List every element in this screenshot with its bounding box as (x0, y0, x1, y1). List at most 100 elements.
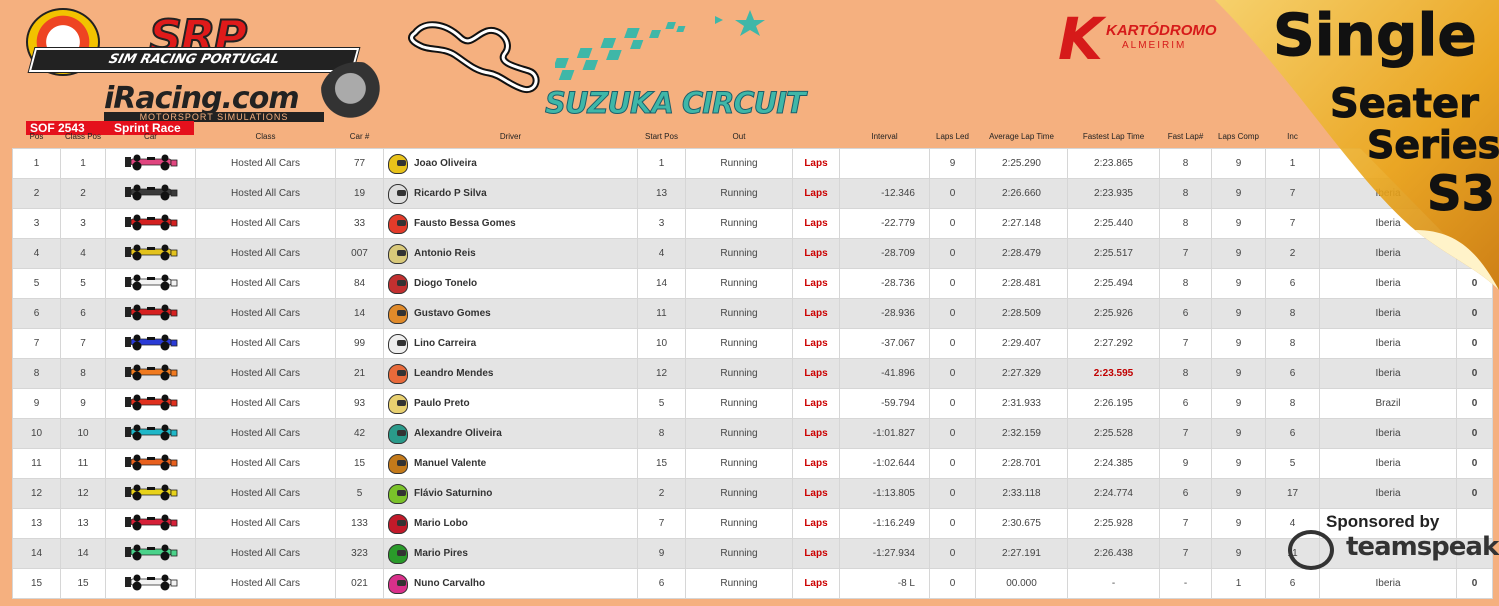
laps-link[interactable]: Laps (792, 238, 840, 269)
avg-cell: 2:33.118 (975, 478, 1068, 509)
car-icon (105, 418, 196, 449)
helmet-icon (388, 333, 408, 354)
start-cell: 10 (637, 328, 686, 359)
class-cell: Hosted All Cars (195, 448, 336, 479)
driver-name: Paulo Preto (414, 398, 470, 409)
laps-link[interactable]: Laps (792, 418, 840, 449)
laps-link[interactable]: Laps (792, 448, 840, 479)
class-cell: Hosted All Cars (195, 418, 336, 449)
pos-cell: 15 (12, 568, 61, 599)
car-icon (105, 148, 196, 179)
laps-link[interactable]: Laps (792, 208, 840, 239)
driver-name: Mario Lobo (414, 518, 468, 529)
suzuka-checker-icon (555, 10, 765, 80)
laps-link[interactable]: Laps (792, 298, 840, 329)
car-num-cell: 93 (335, 388, 384, 419)
track-name: SUZUKA CIRCUIT (545, 86, 807, 121)
class-cell: Hosted All Cars (195, 478, 336, 509)
driver-name: Nuno Carvalho (414, 578, 486, 589)
teamspeak-sponsor: Sponsored by teamspeak (1288, 512, 1499, 576)
inc-cell: 5 (1265, 448, 1320, 479)
start-cell: 5 (637, 388, 686, 419)
series-title-line1: Single (1273, 1, 1478, 69)
laps-link[interactable]: Laps (792, 358, 840, 389)
laps-link[interactable]: Laps (792, 268, 840, 299)
class-pos-cell: 11 (60, 448, 106, 479)
laps-link[interactable]: Laps (792, 478, 840, 509)
class-cell: Hosted All Cars (195, 298, 336, 329)
avg-cell: 2:30.675 (975, 508, 1068, 539)
comp-cell: 1 (1211, 568, 1266, 599)
car-icon (105, 208, 196, 239)
fast-lap-cell: 8 (1159, 268, 1212, 299)
start-cell: 15 (637, 448, 686, 479)
fast-cell: 2:25.926 (1067, 298, 1160, 329)
helmet-icon (388, 153, 408, 174)
driver-cell: Lino Carreira (383, 328, 638, 359)
car-livery-icon (124, 304, 177, 321)
car-livery-icon (124, 184, 177, 201)
class-pos-cell: 10 (60, 418, 106, 449)
car-livery-icon (124, 394, 177, 411)
class-cell: Hosted All Cars (195, 568, 336, 599)
class-cell: Hosted All Cars (195, 208, 336, 239)
inc-cell: 8 (1265, 298, 1320, 329)
laps-link[interactable]: Laps (792, 388, 840, 419)
car-num-cell: 33 (335, 208, 384, 239)
driver-cell: Alexandre Oliveira (383, 418, 638, 449)
driver-info: Mario Lobo (384, 513, 637, 534)
laps-link[interactable]: Laps (792, 538, 840, 569)
car-num-cell: 133 (335, 508, 384, 539)
fast-cell: - (1067, 568, 1160, 599)
driver-info: Manuel Valente (384, 453, 637, 474)
fast-lap-cell: 8 (1159, 208, 1212, 239)
start-cell: 7 (637, 508, 686, 539)
driver-name: Antonio Reis (414, 248, 476, 259)
driver-info: Paulo Preto (384, 393, 637, 414)
table-row: 13 13 Hosted All Cars 133 Mario Lobo 7 Running… (12, 508, 1493, 539)
srp-logo: SRP SIM RACING PORTUGAL (14, 8, 360, 76)
out-cell: Running (685, 298, 793, 329)
table-row: 9 9 Hosted All Cars 93 Paulo Preto 5 Running La… (12, 388, 1493, 419)
avg-cell: 2:29.407 (975, 328, 1068, 359)
laps-link[interactable]: Laps (792, 328, 840, 359)
comp-cell: 9 (1211, 478, 1266, 509)
car-num-cell: 77 (335, 148, 384, 179)
inc-cell: 8 (1265, 388, 1320, 419)
pos-cell: 11 (12, 448, 61, 479)
inc-cell: 6 (1265, 418, 1320, 449)
laps-link[interactable]: Laps (792, 508, 840, 539)
class-pos-cell: 13 (60, 508, 106, 539)
pos-cell: 14 (12, 538, 61, 569)
inc-cell: 6 (1265, 358, 1320, 389)
comp-cell: 9 (1211, 358, 1266, 389)
car-livery-icon (124, 214, 177, 231)
driver-cell: Joao Oliveira (383, 148, 638, 179)
sponsor-name: teamspeak (1346, 532, 1499, 562)
fast-cell: 2:25.528 (1067, 418, 1160, 449)
column-header: Fastest Lap Time (1082, 132, 1145, 141)
avg-cell: 2:28.509 (975, 298, 1068, 329)
pts-cell: 0 (1456, 298, 1493, 329)
out-cell: Running (685, 508, 793, 539)
driver-cell: Flávio Saturnino (383, 478, 638, 509)
led-cell: 0 (929, 418, 976, 449)
column-header: Class Pos (64, 132, 101, 141)
pos-cell: 8 (12, 358, 61, 389)
class-pos-cell: 3 (60, 208, 106, 239)
fast-cell: 2:23.595 (1067, 358, 1160, 389)
laps-link[interactable]: Laps (792, 148, 840, 179)
driver-cell: Manuel Valente (383, 448, 638, 479)
led-cell: 0 (929, 268, 976, 299)
laps-link[interactable]: Laps (792, 178, 840, 209)
car-livery-icon (124, 424, 177, 441)
pos-cell: 13 (12, 508, 61, 539)
out-cell: Running (685, 568, 793, 599)
club-cell: Iberia (1319, 418, 1457, 449)
interval-cell: -59.794 (839, 388, 930, 419)
driver-cell: Mario Lobo (383, 508, 638, 539)
laps-link[interactable]: Laps (792, 568, 840, 599)
helmet-icon (388, 483, 408, 504)
class-pos-cell: 15 (60, 568, 106, 599)
fast-cell: 2:26.195 (1067, 388, 1160, 419)
